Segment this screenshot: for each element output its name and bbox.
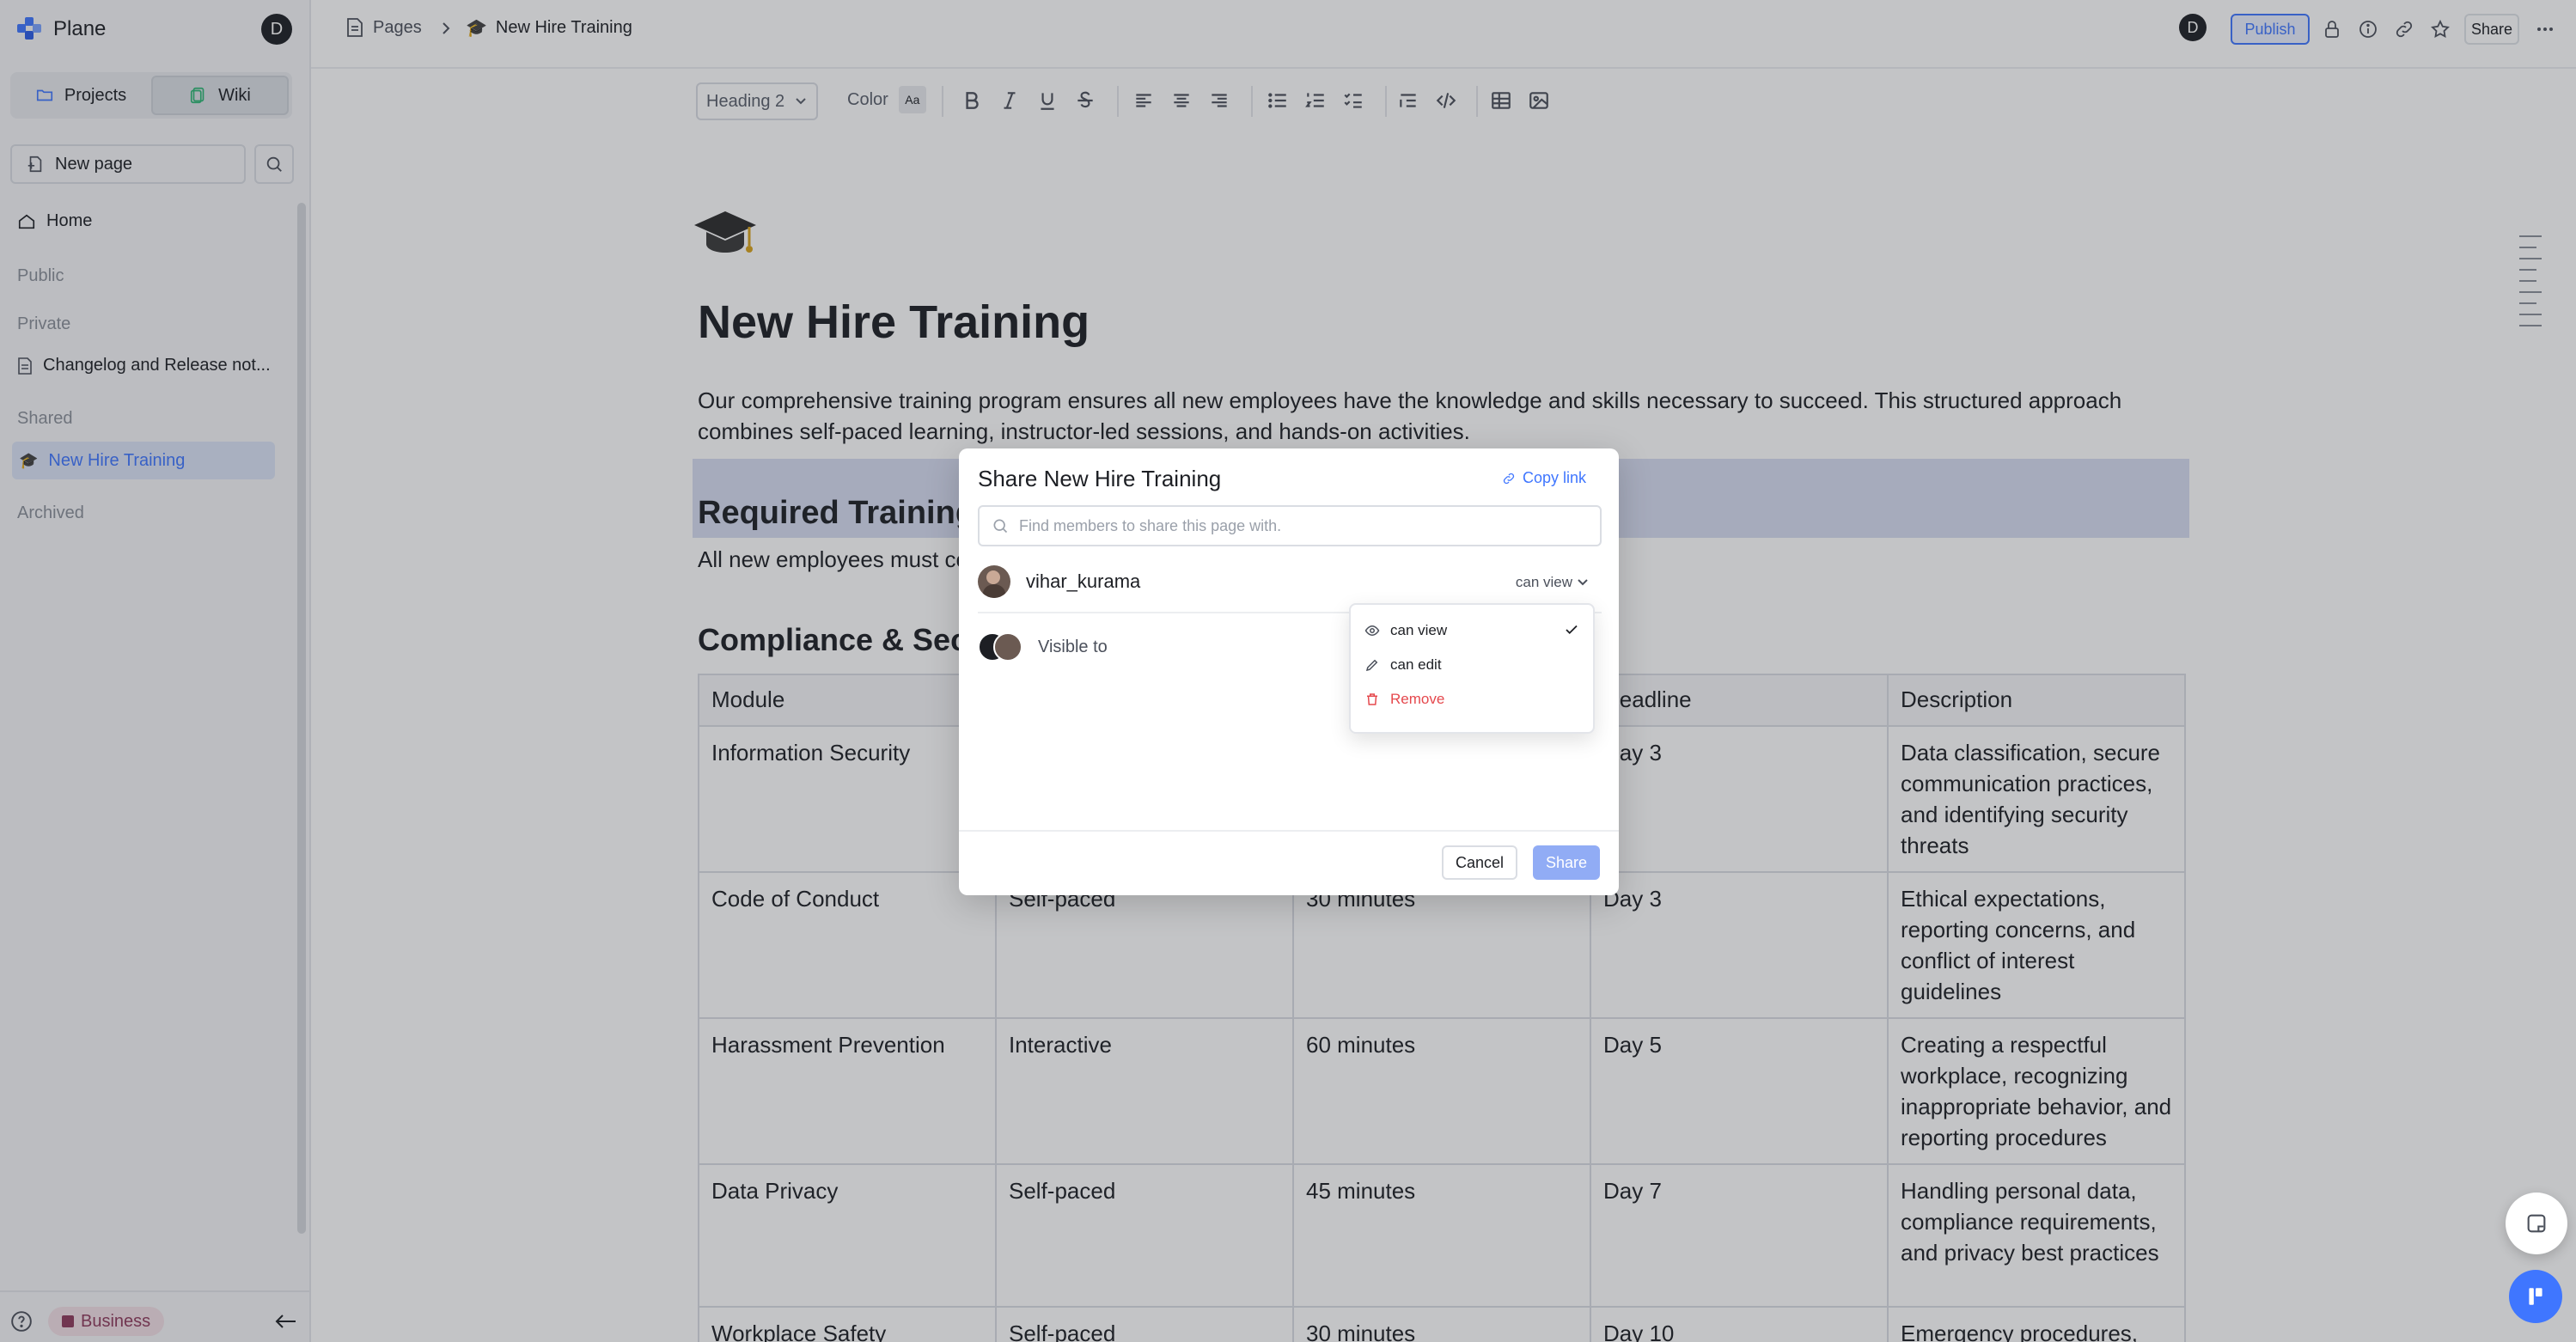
comment-icon [2527,1214,2546,1233]
visible-to-row: Visible to [978,632,1108,662]
chevron-down-icon [1578,579,1588,586]
share-modal-title: Share New Hire Training [978,466,1222,491]
role-option-label: can edit [1390,656,1442,673]
support-fab[interactable] [2509,1270,2562,1323]
share-button[interactable]: Share [1533,845,1600,880]
member-role-value: can view [1515,574,1572,590]
member-name: vihar_kurama [1026,570,1141,592]
role-option-remove[interactable]: Remove [1351,682,1593,717]
role-option-can-edit[interactable]: can edit [1351,648,1593,682]
search-icon [993,519,1008,534]
avatar [993,632,1022,662]
share-modal-footer: Cancel Share [959,830,1619,895]
member-role-select[interactable]: can view [1516,574,1588,591]
visible-to-label: Visible to [1038,637,1108,656]
comments-fab[interactable] [2506,1193,2567,1254]
check-icon [1566,625,1578,635]
app-root: Plane D Projects Wiki New page Home Publ… [0,0,2576,1342]
pencil-icon [1365,659,1378,672]
support-icon [2529,1288,2542,1305]
trash-icon [1367,693,1377,705]
role-dropdown-menu: can view can edit Remove [1349,603,1595,734]
cancel-button[interactable]: Cancel [1442,845,1517,880]
role-option-label: Remove [1390,691,1445,707]
copy-link-button[interactable]: Copy link [1502,469,1586,487]
eye-icon [1364,625,1380,637]
member-search-field[interactable] [978,505,1602,546]
member-search-input[interactable] [1019,516,1569,535]
copy-link-label: Copy link [1522,469,1586,486]
role-option-label: can view [1390,622,1448,638]
visible-avatars [978,632,1022,662]
role-option-can-view[interactable]: can view [1351,613,1593,648]
link-icon [1503,473,1515,484]
member-avatar [978,565,1010,598]
